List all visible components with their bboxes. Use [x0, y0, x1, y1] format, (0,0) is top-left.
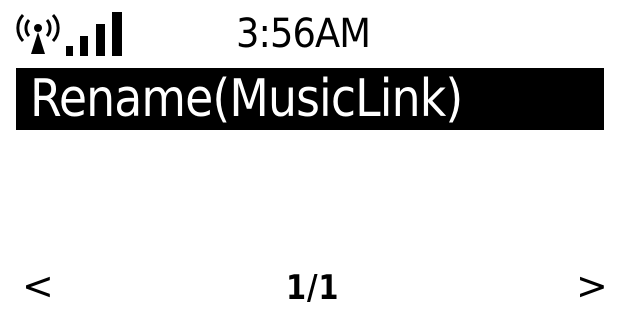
page-indicator: 1/1 — [286, 268, 340, 308]
selected-menu-item[interactable]: Rename(MusicLink) — [16, 68, 604, 130]
next-page-button[interactable]: > — [576, 266, 608, 306]
radio-display: 3:56AM Rename(MusicLink) < 1/1 > — [0, 0, 620, 312]
menu-item-label: Rename(MusicLink) — [30, 69, 463, 129]
clock-time: 3:56AM — [236, 11, 371, 57]
status-bar: 3:56AM — [0, 0, 620, 64]
previous-page-button[interactable]: < — [22, 266, 54, 306]
wifi-signal-icon — [16, 12, 122, 56]
